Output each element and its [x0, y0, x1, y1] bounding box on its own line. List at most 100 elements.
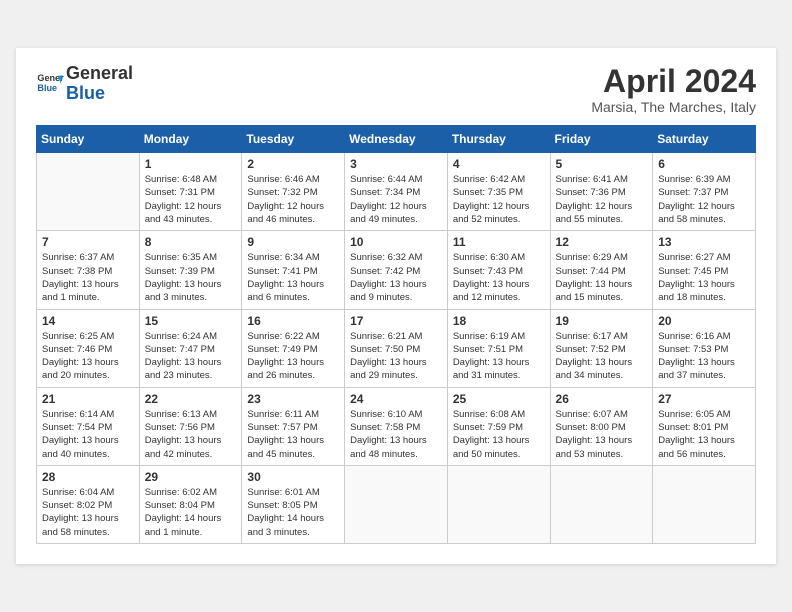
day-info: Sunrise: 6:04 AM Sunset: 8:02 PM Dayligh… — [42, 486, 134, 539]
day-number: 12 — [556, 235, 648, 249]
weekday-header: Wednesday — [345, 126, 448, 153]
day-info: Sunrise: 6:19 AM Sunset: 7:51 PM Dayligh… — [453, 330, 545, 383]
day-info: Sunrise: 6:46 AM Sunset: 7:32 PM Dayligh… — [247, 173, 339, 226]
day-info: Sunrise: 6:39 AM Sunset: 7:37 PM Dayligh… — [658, 173, 750, 226]
calendar-day-cell — [345, 465, 448, 543]
calendar-day-cell: 29 Sunrise: 6:02 AM Sunset: 8:04 PM Dayli… — [139, 465, 242, 543]
day-number: 18 — [453, 314, 545, 328]
weekday-header: Saturday — [653, 126, 756, 153]
day-number: 8 — [145, 235, 237, 249]
calendar-title: April 2024 — [591, 64, 756, 99]
day-info: Sunrise: 6:37 AM Sunset: 7:38 PM Dayligh… — [42, 251, 134, 304]
day-info: Sunrise: 6:05 AM Sunset: 8:01 PM Dayligh… — [658, 408, 750, 461]
logo-icon: General Blue — [36, 70, 64, 98]
calendar-week-row: 21 Sunrise: 6:14 AM Sunset: 7:54 PM Dayli… — [37, 387, 756, 465]
logo-blue: Blue — [66, 83, 105, 103]
day-number: 21 — [42, 392, 134, 406]
calendar-day-cell: 17 Sunrise: 6:21 AM Sunset: 7:50 PM Dayli… — [345, 309, 448, 387]
weekday-header: Monday — [139, 126, 242, 153]
day-number: 17 — [350, 314, 442, 328]
day-info: Sunrise: 6:07 AM Sunset: 8:00 PM Dayligh… — [556, 408, 648, 461]
calendar-day-cell: 19 Sunrise: 6:17 AM Sunset: 7:52 PM Dayli… — [550, 309, 653, 387]
weekday-header: Thursday — [447, 126, 550, 153]
calendar-day-cell: 8Sunrise: 6:35 AM Sunset: 7:39 PM Daylig… — [139, 231, 242, 309]
calendar-day-cell: 6 Sunrise: 6:39 AM Sunset: 7:37 PM Daylig… — [653, 153, 756, 231]
svg-text:Blue: Blue — [37, 83, 57, 93]
day-info: Sunrise: 6:41 AM Sunset: 7:36 PM Dayligh… — [556, 173, 648, 226]
day-number: 4 — [453, 157, 545, 171]
day-info: Sunrise: 6:16 AM Sunset: 7:53 PM Dayligh… — [658, 330, 750, 383]
day-info: Sunrise: 6:25 AM Sunset: 7:46 PM Dayligh… — [42, 330, 134, 383]
day-info: Sunrise: 6:30 AM Sunset: 7:43 PM Dayligh… — [453, 251, 545, 304]
day-number: 7 — [42, 235, 134, 249]
calendar-day-cell — [37, 153, 140, 231]
day-info: Sunrise: 6:11 AM Sunset: 7:57 PM Dayligh… — [247, 408, 339, 461]
day-number: 5 — [556, 157, 648, 171]
calendar-day-cell: 22 Sunrise: 6:13 AM Sunset: 7:56 PM Dayli… — [139, 387, 242, 465]
day-info: Sunrise: 6:10 AM Sunset: 7:58 PM Dayligh… — [350, 408, 442, 461]
calendar-table: SundayMondayTuesdayWednesdayThursdayFrid… — [36, 125, 756, 544]
day-number: 2 — [247, 157, 339, 171]
calendar-day-cell: 3Sunrise: 6:44 AM Sunset: 7:34 PM Daylig… — [345, 153, 448, 231]
day-info: Sunrise: 6:14 AM Sunset: 7:54 PM Dayligh… — [42, 408, 134, 461]
day-number: 26 — [556, 392, 648, 406]
calendar-day-cell: 30Sunrise: 6:01 AM Sunset: 8:05 PM Dayli… — [242, 465, 345, 543]
day-info: Sunrise: 6:02 AM Sunset: 8:04 PM Dayligh… — [145, 486, 237, 539]
calendar-day-cell — [447, 465, 550, 543]
calendar-day-cell: 12 Sunrise: 6:29 AM Sunset: 7:44 PM Dayli… — [550, 231, 653, 309]
calendar-day-cell: 26 Sunrise: 6:07 AM Sunset: 8:00 PM Dayli… — [550, 387, 653, 465]
day-number: 29 — [145, 470, 237, 484]
day-number: 10 — [350, 235, 442, 249]
day-number: 19 — [556, 314, 648, 328]
logo-general: General — [66, 63, 133, 83]
day-info: Sunrise: 6:34 AM Sunset: 7:41 PM Dayligh… — [247, 251, 339, 304]
calendar-day-cell: 23 Sunrise: 6:11 AM Sunset: 7:57 PM Dayli… — [242, 387, 345, 465]
weekday-header: Friday — [550, 126, 653, 153]
calendar-day-cell — [653, 465, 756, 543]
day-number: 15 — [145, 314, 237, 328]
calendar-day-cell: 27 Sunrise: 6:05 AM Sunset: 8:01 PM Dayli… — [653, 387, 756, 465]
day-info: Sunrise: 6:21 AM Sunset: 7:50 PM Dayligh… — [350, 330, 442, 383]
day-info: Sunrise: 6:17 AM Sunset: 7:52 PM Dayligh… — [556, 330, 648, 383]
day-info: Sunrise: 6:48 AM Sunset: 7:31 PM Dayligh… — [145, 173, 237, 226]
calendar-day-cell: 18 Sunrise: 6:19 AM Sunset: 7:51 PM Dayli… — [447, 309, 550, 387]
day-info: Sunrise: 6:01 AM Sunset: 8:05 PM Dayligh… — [247, 486, 339, 539]
calendar-subtitle: Marsia, The Marches, Italy — [591, 99, 756, 115]
day-number: 27 — [658, 392, 750, 406]
day-number: 20 — [658, 314, 750, 328]
day-number: 25 — [453, 392, 545, 406]
calendar-day-cell — [550, 465, 653, 543]
day-info: Sunrise: 6:08 AM Sunset: 7:59 PM Dayligh… — [453, 408, 545, 461]
calendar-day-cell: 25 Sunrise: 6:08 AM Sunset: 7:59 PM Dayli… — [447, 387, 550, 465]
day-number: 24 — [350, 392, 442, 406]
calendar-day-cell: 24 Sunrise: 6:10 AM Sunset: 7:58 PM Dayli… — [345, 387, 448, 465]
day-info: Sunrise: 6:22 AM Sunset: 7:49 PM Dayligh… — [247, 330, 339, 383]
day-info: Sunrise: 6:44 AM Sunset: 7:34 PM Dayligh… — [350, 173, 442, 226]
day-number: 22 — [145, 392, 237, 406]
calendar-day-cell: 1 Sunrise: 6:48 AM Sunset: 7:31 PM Daylig… — [139, 153, 242, 231]
calendar-week-row: 7 Sunrise: 6:37 AM Sunset: 7:38 PM Daylig… — [37, 231, 756, 309]
header-row-days: SundayMondayTuesdayWednesdayThursdayFrid… — [37, 126, 756, 153]
day-info: Sunrise: 6:42 AM Sunset: 7:35 PM Dayligh… — [453, 173, 545, 226]
calendar-container: General Blue General Blue April 2024 Mar… — [16, 48, 776, 564]
day-info: Sunrise: 6:13 AM Sunset: 7:56 PM Dayligh… — [145, 408, 237, 461]
calendar-week-row: 14Sunrise: 6:25 AM Sunset: 7:46 PM Dayli… — [37, 309, 756, 387]
calendar-day-cell: 16Sunrise: 6:22 AM Sunset: 7:49 PM Dayli… — [242, 309, 345, 387]
day-number: 9 — [247, 235, 339, 249]
calendar-day-cell: 28Sunrise: 6:04 AM Sunset: 8:02 PM Dayli… — [37, 465, 140, 543]
logo: General Blue General Blue — [36, 64, 133, 104]
day-number: 6 — [658, 157, 750, 171]
day-number: 1 — [145, 157, 237, 171]
calendar-day-cell: 13Sunrise: 6:27 AM Sunset: 7:45 PM Dayli… — [653, 231, 756, 309]
weekday-header: Tuesday — [242, 126, 345, 153]
day-info: Sunrise: 6:27 AM Sunset: 7:45 PM Dayligh… — [658, 251, 750, 304]
calendar-week-row: 1 Sunrise: 6:48 AM Sunset: 7:31 PM Daylig… — [37, 153, 756, 231]
calendar-day-cell: 21 Sunrise: 6:14 AM Sunset: 7:54 PM Dayli… — [37, 387, 140, 465]
calendar-day-cell: 15Sunrise: 6:24 AM Sunset: 7:47 PM Dayli… — [139, 309, 242, 387]
day-info: Sunrise: 6:29 AM Sunset: 7:44 PM Dayligh… — [556, 251, 648, 304]
day-number: 23 — [247, 392, 339, 406]
header-row: General Blue General Blue April 2024 Mar… — [36, 64, 756, 115]
calendar-day-cell: 7 Sunrise: 6:37 AM Sunset: 7:38 PM Daylig… — [37, 231, 140, 309]
calendar-day-cell: 4 Sunrise: 6:42 AM Sunset: 7:35 PM Daylig… — [447, 153, 550, 231]
calendar-day-cell: 20 Sunrise: 6:16 AM Sunset: 7:53 PM Dayli… — [653, 309, 756, 387]
